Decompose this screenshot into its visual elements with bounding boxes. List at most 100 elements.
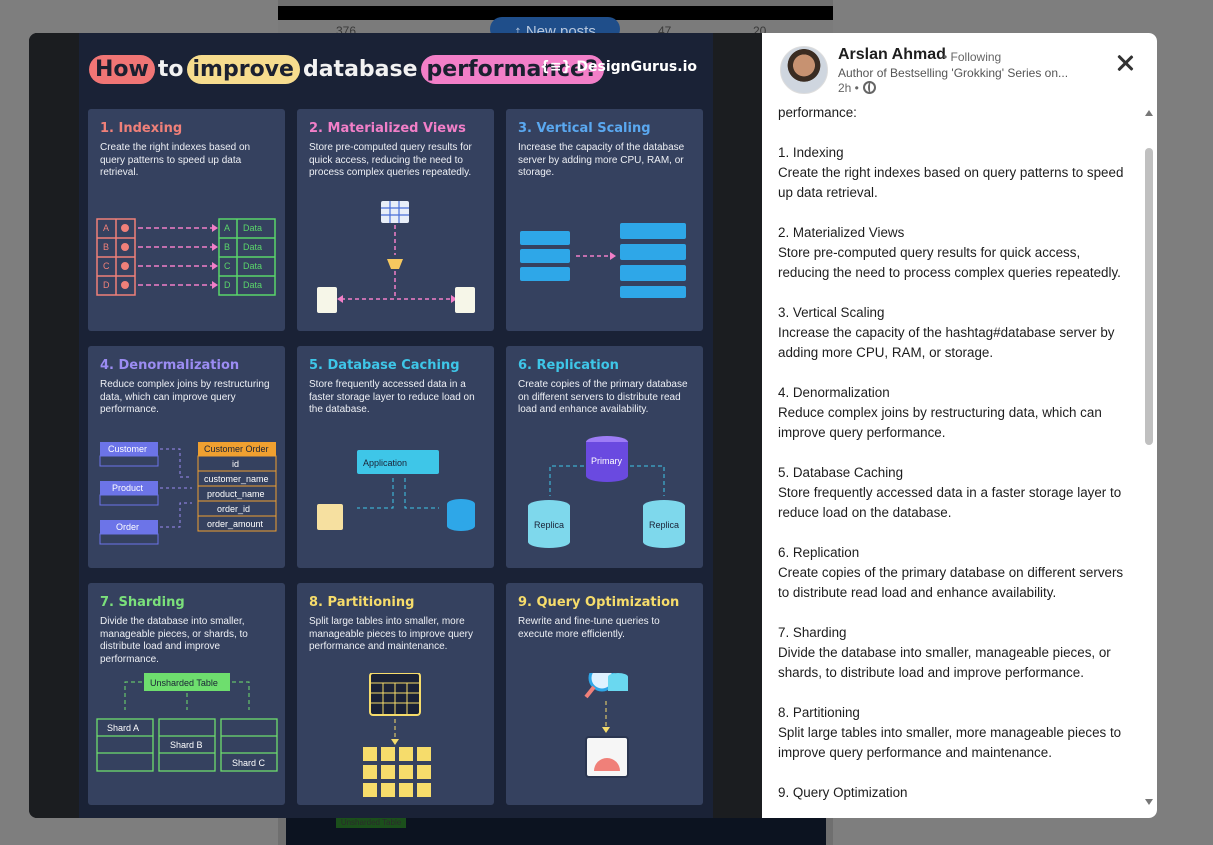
post-paragraph: 4. Denormalization Reduce complex joins b… bbox=[778, 383, 1130, 443]
index-row-label: C bbox=[224, 261, 231, 271]
post-body: performance: 1. Indexing Create the right… bbox=[778, 103, 1130, 818]
card-vertical-scaling: 3. Vertical Scaling Increase the capacit… bbox=[506, 109, 703, 331]
author-name[interactable]: Arslan Ahmad bbox=[838, 46, 946, 64]
post-paragraph: 2. Materialized Views Store pre-computed … bbox=[778, 223, 1130, 283]
post-paragraph: 8. Partitioning Split large tables into s… bbox=[778, 703, 1130, 763]
post-paragraph: 3. Vertical Scaling Increase the capacity… bbox=[778, 303, 1130, 363]
post-scrollbar[interactable] bbox=[1142, 105, 1156, 818]
card-title: 8. Partitioning bbox=[309, 595, 415, 610]
post-detail-panel: Arslan Ahmad • Following Author of Bests… bbox=[762, 33, 1157, 818]
large-server-icon bbox=[620, 223, 686, 298]
post-line: 4. Denormalization bbox=[778, 385, 890, 400]
partitions-grid bbox=[363, 747, 431, 797]
unsharded-table-label: Unsharded Table bbox=[150, 678, 218, 688]
scroll-up-arrow-icon[interactable] bbox=[1145, 110, 1153, 116]
post-line: Create copies of the primary database on… bbox=[778, 565, 1124, 600]
follow-status: • Following bbox=[943, 50, 1002, 64]
index-row-label: D bbox=[103, 280, 110, 290]
post-paragraph: 6. Replication Create copies of the prima… bbox=[778, 543, 1130, 603]
post-paragraph: 7. Sharding Divide the database into smal… bbox=[778, 623, 1130, 683]
feed-bottom-image: Unsharded Table bbox=[286, 818, 826, 845]
order-field: order_id bbox=[217, 504, 250, 514]
order-field: customer_name bbox=[204, 474, 269, 484]
shard-label: Shard B bbox=[170, 740, 203, 750]
data-label: Data bbox=[243, 223, 262, 233]
replica-label: Replica bbox=[649, 520, 679, 530]
vertical-scaling-diagram bbox=[520, 223, 686, 298]
data-label: Data bbox=[243, 261, 262, 271]
card-title: 6. Replication bbox=[518, 358, 619, 373]
post-line: 3. Vertical Scaling bbox=[778, 305, 885, 320]
index-row-label: D bbox=[224, 280, 231, 290]
index-row-label: B bbox=[224, 242, 230, 252]
card-description: Create copies of the primary database on… bbox=[518, 379, 688, 415]
card-description: Reduce complex joins by restructuring da… bbox=[100, 379, 270, 415]
funnel-icon bbox=[387, 259, 403, 269]
post-line: Create the right indexes based on query … bbox=[778, 165, 1124, 200]
data-label: Data bbox=[243, 280, 262, 290]
author-avatar[interactable] bbox=[780, 46, 828, 94]
scroll-down-arrow-icon[interactable] bbox=[1145, 799, 1153, 805]
index-row-label: C bbox=[103, 261, 110, 271]
card-database-caching: 5. Database Caching Store frequently acc… bbox=[297, 346, 494, 568]
post-time: 2h • bbox=[838, 81, 859, 95]
document-icon bbox=[455, 287, 475, 313]
post-line: 5. Database Caching bbox=[778, 465, 904, 480]
order-field: order_amount bbox=[207, 519, 264, 529]
indexing-diagram: A B C D A B C D Data Data Data Data bbox=[96, 218, 276, 296]
scroll-thumb[interactable] bbox=[1145, 148, 1153, 445]
brand-logo: {≡} DesignGurus.io bbox=[539, 59, 697, 75]
index-row-label: A bbox=[103, 223, 109, 233]
post-paragraph: performance: bbox=[778, 103, 1130, 123]
bottom-hint: Unsharded Table bbox=[336, 818, 406, 828]
card-materialized-views: 2. Materialized Views Store pre-computed… bbox=[297, 109, 494, 331]
primary-label: Primary bbox=[591, 456, 622, 466]
post-paragraph: 5. Database Caching Store frequently acce… bbox=[778, 463, 1130, 523]
partitioning-diagram bbox=[363, 673, 431, 797]
customer-order-label: Customer Order bbox=[204, 444, 269, 454]
card-description: Create the right indexes based on query … bbox=[100, 142, 251, 178]
post-line: Divide the database into smaller, manage… bbox=[778, 645, 1111, 680]
close-icon[interactable] bbox=[1112, 50, 1138, 76]
post-paragraph: 9. Query Optimization bbox=[778, 783, 1130, 803]
materialized-views-diagram bbox=[317, 201, 475, 313]
card-description: Rewrite and fine-tune queries to execute… bbox=[518, 616, 660, 640]
card-title: 1. Indexing bbox=[100, 121, 183, 136]
post-paragraph: 1. Indexing Create the right indexes base… bbox=[778, 143, 1130, 203]
card-title: 7. Sharding bbox=[100, 595, 185, 610]
document-icon bbox=[317, 287, 337, 313]
title-word: improve bbox=[186, 54, 300, 84]
card-title: 9. Query Optimization bbox=[518, 595, 680, 610]
title-word: to bbox=[157, 56, 184, 82]
card-replication: 6. Replication Create copies of the prim… bbox=[506, 346, 703, 568]
title-word: database bbox=[302, 56, 418, 82]
replication-diagram: Primary Replica Replica bbox=[528, 436, 685, 548]
post-line: Store frequently accessed data in a fast… bbox=[778, 485, 1122, 520]
post-line: 1. Indexing bbox=[778, 145, 844, 160]
globe-icon bbox=[863, 81, 876, 94]
image-viewer[interactable]: How to improve database performance? {≡}… bbox=[29, 33, 762, 818]
card-denormalization: 4. Denormalization Reduce complex joins … bbox=[88, 346, 285, 568]
post-line: Store pre-computed query results for qui… bbox=[778, 245, 1121, 280]
card-indexing: 1. Indexing Create the right indexes bas… bbox=[88, 109, 285, 331]
post-line: 7. Sharding bbox=[778, 625, 847, 640]
post-line: Increase the capacity of the hashtag#dat… bbox=[778, 325, 1115, 360]
table-icon bbox=[381, 201, 409, 223]
card-description: Split large tables into smaller, more ma… bbox=[309, 616, 473, 652]
shard-label: Shard C bbox=[232, 758, 266, 768]
post-line: Reduce complex joins by restructuring da… bbox=[778, 405, 1102, 440]
infographic: How to improve database performance? {≡}… bbox=[79, 33, 713, 818]
infographic-title: How to improve database performance? bbox=[89, 51, 604, 87]
order-field: id bbox=[232, 459, 239, 469]
card-query-optimization: 9. Query Optimization Rewrite and fine-t… bbox=[506, 583, 703, 805]
author-headline: Author of Bestselling 'Grokking' Series … bbox=[838, 66, 1069, 80]
order-label: Order bbox=[116, 522, 139, 532]
post-line: 9. Query Optimization bbox=[778, 785, 908, 800]
small-server-icon bbox=[520, 231, 570, 281]
card-title: 4. Denormalization bbox=[100, 358, 240, 373]
product-label: Product bbox=[112, 483, 144, 493]
query-optimization-diagram bbox=[584, 673, 629, 778]
cache-icon bbox=[317, 504, 343, 530]
denormalization-diagram: Customer Product Order Customer Order id… bbox=[99, 442, 277, 545]
card-title: 3. Vertical Scaling bbox=[518, 121, 651, 136]
